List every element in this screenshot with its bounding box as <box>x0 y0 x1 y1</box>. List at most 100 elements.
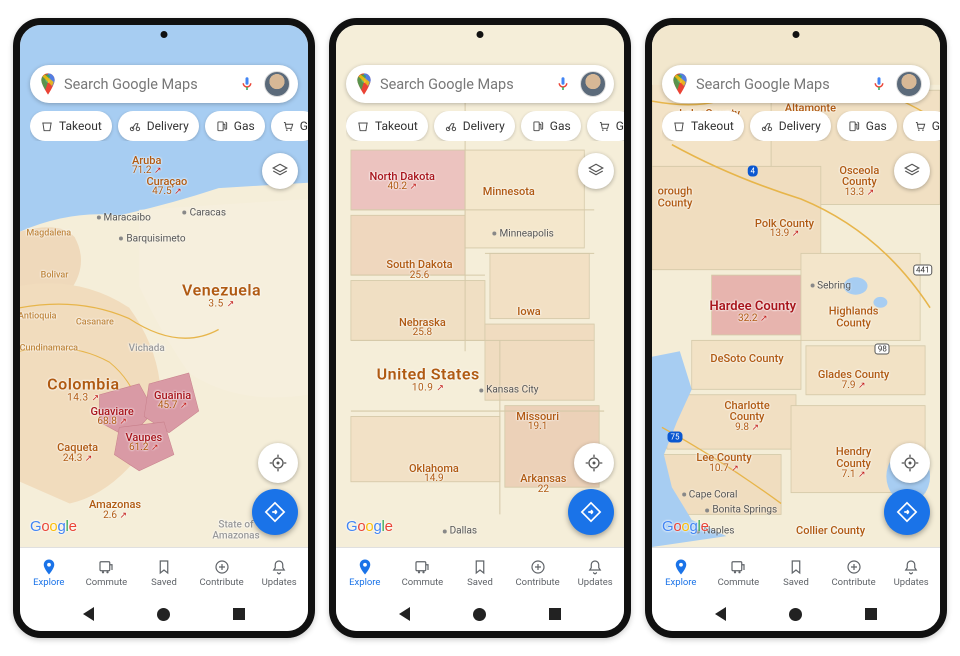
bottom-nav: Explore Commute Saved Contribute Updates <box>652 547 940 597</box>
road-shield: 441 <box>913 265 933 276</box>
region-label: Aruba71.2 ↗ <box>132 155 162 177</box>
chip-gas[interactable]: Gas <box>521 111 581 141</box>
nav-saved[interactable]: Saved <box>767 548 825 597</box>
gas-icon <box>531 119 545 133</box>
bookmark-icon <box>471 558 489 576</box>
cart-icon <box>281 119 295 133</box>
nav-contribute[interactable]: Contribute <box>193 548 251 597</box>
search-input[interactable]: Search Google Maps <box>380 76 546 93</box>
back-button[interactable] <box>83 607 94 621</box>
city-label: Sebring <box>810 281 851 292</box>
layers-icon <box>587 162 605 180</box>
my-location-button[interactable] <box>574 443 614 483</box>
search-input[interactable]: Search Google Maps <box>64 76 230 93</box>
road-shield: 75 <box>668 432 683 443</box>
map-canvas-1[interactable]: Aruba71.2 ↗Curaçao47.5 ↗Venezuela3.5 ↗Co… <box>20 25 308 547</box>
nav-explore[interactable]: Explore <box>20 548 78 597</box>
microphone-icon[interactable] <box>238 75 256 93</box>
nav-commute[interactable]: Commute <box>394 548 452 597</box>
directions-button[interactable] <box>568 489 614 535</box>
map-canvas-3[interactable]: Lake County11.5AltamonteSpringsOsceolaCo… <box>652 25 940 547</box>
nav-explore[interactable]: Explore <box>336 548 394 597</box>
layers-button[interactable] <box>262 153 298 189</box>
nav-saved[interactable]: Saved <box>135 548 193 597</box>
back-button[interactable] <box>399 607 410 621</box>
plus-circle-icon <box>213 558 231 576</box>
nav-contribute[interactable]: Contribute <box>509 548 567 597</box>
plus-circle-icon <box>845 558 863 576</box>
chip-gas[interactable]: Gas <box>837 111 897 141</box>
nav-updates[interactable]: Updates <box>566 548 624 597</box>
region-label: HendryCounty7.1 ↗ <box>836 447 871 481</box>
commute-icon <box>97 558 115 576</box>
category-chips: Takeout Delivery Gas G <box>30 111 308 141</box>
microphone-icon[interactable] <box>554 75 572 93</box>
nav-commute[interactable]: Commute <box>710 548 768 597</box>
microphone-icon[interactable] <box>870 75 888 93</box>
nav-commute[interactable]: Commute <box>78 548 136 597</box>
directions-button[interactable] <box>252 489 298 535</box>
chip-gas[interactable]: Gas <box>205 111 265 141</box>
region-label: CharlotteCounty9.8 ↗ <box>724 400 769 434</box>
chip-takeout[interactable]: Takeout <box>662 111 744 141</box>
region-label: Minnesota <box>483 186 535 198</box>
bell-icon <box>586 558 604 576</box>
chip-delivery[interactable]: Delivery <box>750 111 831 141</box>
directions-icon <box>264 501 286 523</box>
my-location-button[interactable] <box>890 443 930 483</box>
home-button[interactable] <box>473 608 486 621</box>
region-label: Hardee County32.2 ↗ <box>710 300 796 324</box>
profile-avatar[interactable] <box>896 71 922 97</box>
nav-updates[interactable]: Updates <box>882 548 940 597</box>
recents-button[interactable] <box>549 608 561 620</box>
region-label: oroughCounty <box>658 186 693 209</box>
home-button[interactable] <box>789 608 802 621</box>
google-maps-pin-icon <box>672 73 688 95</box>
chip-more[interactable]: G <box>587 111 624 141</box>
google-logo: Google <box>30 518 77 535</box>
takeout-icon <box>40 119 54 133</box>
directions-button[interactable] <box>884 489 930 535</box>
chip-delivery[interactable]: Delivery <box>118 111 199 141</box>
back-button[interactable] <box>715 607 726 621</box>
layers-button[interactable] <box>578 153 614 189</box>
recents-button[interactable] <box>233 608 245 620</box>
layers-icon <box>903 162 921 180</box>
home-button[interactable] <box>157 608 170 621</box>
region-label: South Dakota25.6 <box>386 259 452 281</box>
gas-icon <box>847 119 861 133</box>
nav-saved[interactable]: Saved <box>451 548 509 597</box>
camera-notch <box>161 31 168 38</box>
my-location-button[interactable] <box>258 443 298 483</box>
search-input[interactable]: Search Google Maps <box>696 76 862 93</box>
city-label: Minneapolis <box>493 228 554 239</box>
category-chips: Takeout Delivery Gas G <box>346 111 624 141</box>
bell-icon <box>902 558 920 576</box>
recents-button[interactable] <box>865 608 877 620</box>
nav-explore[interactable]: Explore <box>652 548 710 597</box>
nav-updates[interactable]: Updates <box>250 548 308 597</box>
city-label: Bonita Springs <box>705 505 777 516</box>
chip-delivery[interactable]: Delivery <box>434 111 515 141</box>
profile-avatar[interactable] <box>580 71 606 97</box>
city-label: Cape Coral <box>682 489 738 500</box>
nav-contribute[interactable]: Contribute <box>825 548 883 597</box>
search-bar[interactable]: Search Google Maps <box>30 65 298 103</box>
bell-icon <box>270 558 288 576</box>
chip-takeout[interactable]: Takeout <box>30 111 112 141</box>
chip-more[interactable]: G <box>271 111 308 141</box>
region-label: Venezuela3.5 ↗ <box>182 283 261 310</box>
layers-button[interactable] <box>894 153 930 189</box>
delivery-icon <box>760 119 774 133</box>
google-logo: Google <box>662 518 709 535</box>
chip-more[interactable]: G <box>903 111 940 141</box>
search-bar[interactable]: Search Google Maps <box>346 65 614 103</box>
search-bar[interactable]: Search Google Maps <box>662 65 930 103</box>
map-canvas-2[interactable]: North Dakota40.2 ↗MinnesotaSouth Dakota2… <box>336 25 624 547</box>
region-label: Iowa <box>517 306 540 318</box>
region-label: Missouri19.1 <box>516 411 559 433</box>
profile-avatar[interactable] <box>264 71 290 97</box>
bottom-nav: Explore Commute Saved Contribute Updates <box>336 547 624 597</box>
chip-takeout[interactable]: Takeout <box>346 111 428 141</box>
crosshair-icon <box>268 453 288 473</box>
